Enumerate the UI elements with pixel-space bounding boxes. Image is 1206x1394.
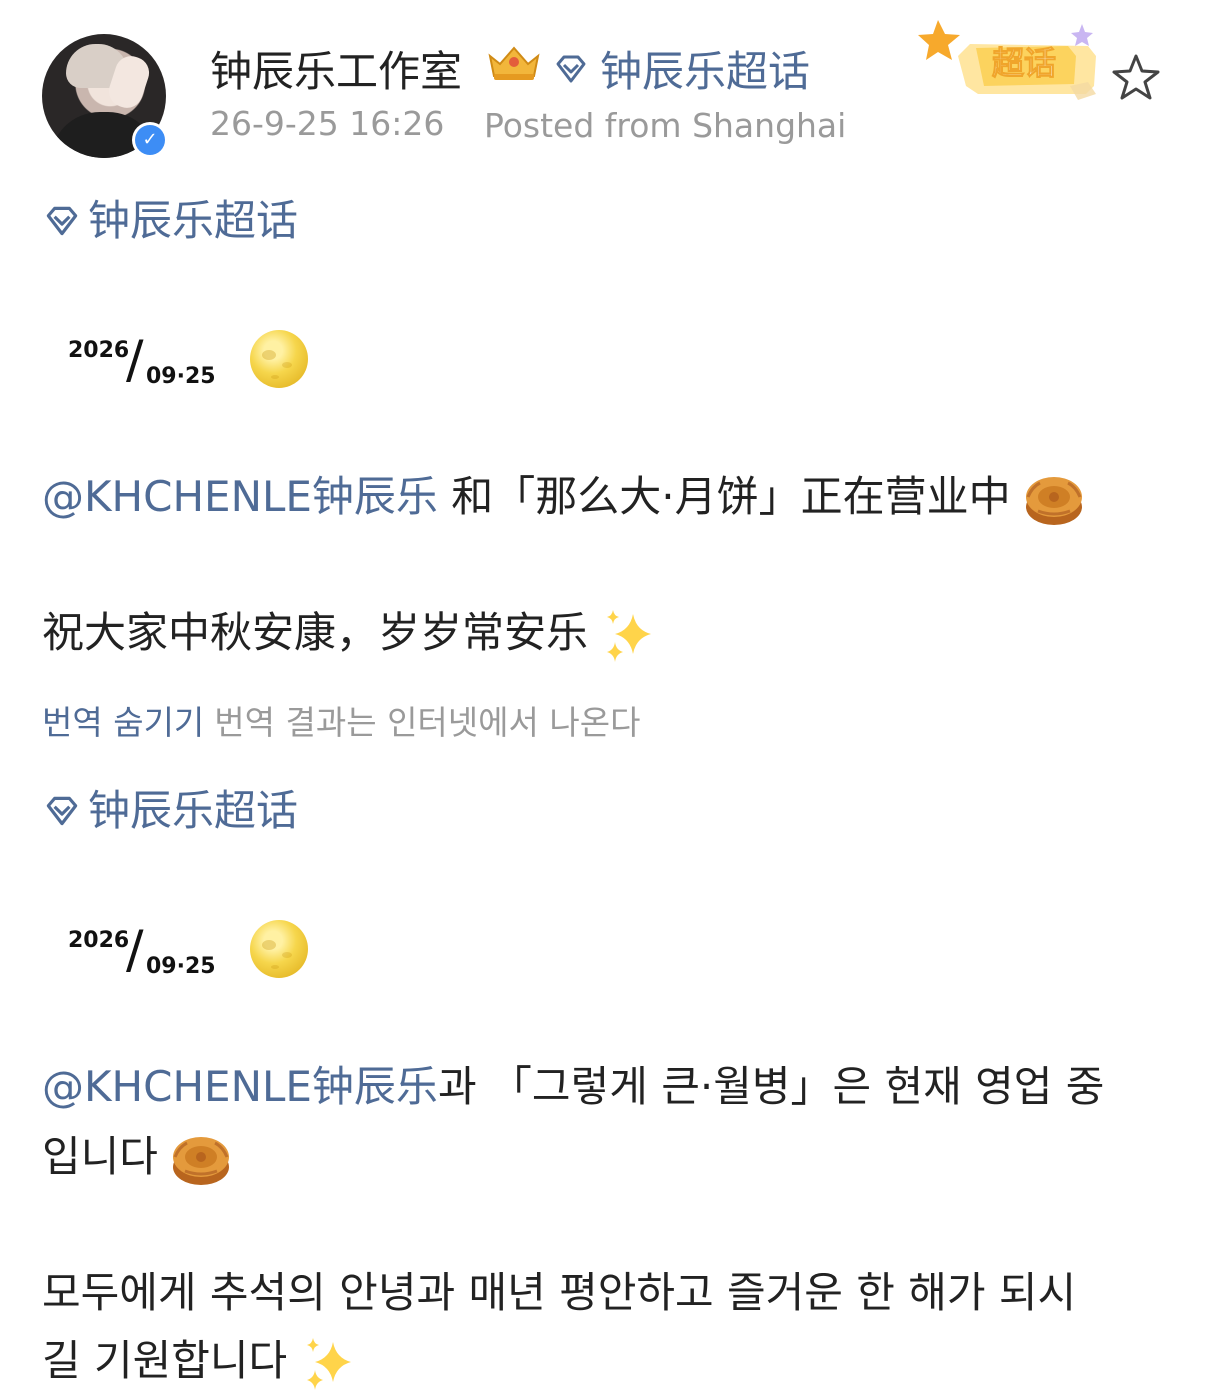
- post-line-cn-1: @KHCHENLE钟辰乐 和「那么大·月饼」正在营业中: [42, 470, 1084, 529]
- topic-tag-2-label: 钟辰乐超话: [88, 786, 299, 835]
- mention-2[interactable]: @KHCHENLE钟辰乐: [42, 1062, 438, 1111]
- post-line-kr-4-text: 길 기원합니다: [42, 1336, 288, 1385]
- moon-icon: [250, 330, 308, 388]
- crown-icon: [488, 46, 540, 80]
- diamond-icon: [46, 206, 78, 236]
- date-day-1: 09·25: [146, 364, 216, 389]
- moon-icon: [250, 920, 308, 978]
- post-line-cn-2: 祝大家中秋安康，岁岁常安乐: [42, 606, 661, 664]
- mention-1[interactable]: @KHCHENLE钟辰乐: [42, 472, 438, 521]
- post-line-kr-2-text: 입니다: [42, 1132, 158, 1181]
- topic-tag-1[interactable]: 钟辰乐超话: [42, 194, 298, 248]
- post-line-kr-1: @KHCHENLE钟辰乐과 「그렇게 큰·월병」은 현재 영업 중: [42, 1060, 1104, 1114]
- diamond-icon: [46, 796, 78, 826]
- supertopic-badge-label: 超话: [992, 44, 1056, 82]
- topic-link-header[interactable]: 钟辰乐超话: [552, 38, 810, 99]
- topic-tag-2[interactable]: 钟辰乐超话: [42, 784, 298, 838]
- topic-link-label: 钟辰乐超话: [600, 47, 811, 96]
- post-timestamp: 26-9-25 16:26: [210, 104, 445, 143]
- post-line-cn-1-rest: 和「那么大·月饼」正在营业中: [437, 472, 1011, 521]
- star-icon[interactable]: [1110, 52, 1162, 104]
- post-location: Posted from Shanghai: [484, 106, 847, 145]
- post-line-cn-2-text: 祝大家中秋安康，岁岁常安乐: [42, 608, 589, 657]
- verified-badge-icon: ✓: [132, 122, 168, 158]
- username[interactable]: 钟辰乐工作室: [210, 38, 462, 99]
- date-day-2: 09·25: [146, 954, 216, 979]
- diamond-icon: [556, 55, 586, 82]
- post-line-kr-2: 입니다: [42, 1130, 231, 1189]
- mooncake-icon: [1026, 476, 1082, 525]
- date-year-1: 2026: [68, 338, 130, 363]
- supertopic-badge[interactable]: 超话: [918, 16, 1108, 106]
- translation-hide-button[interactable]: 번역 숨기기: [42, 703, 204, 742]
- translation-row: 번역 숨기기 번역 결과는 인터넷에서 나온다: [42, 696, 640, 744]
- date-slash-2: /: [126, 920, 144, 980]
- topic-tag-1-label: 钟辰乐超话: [88, 196, 299, 245]
- mooncake-icon: [173, 1136, 230, 1185]
- sparkles-icon: [607, 609, 652, 662]
- translation-note: 번역 결과는 인터넷에서 나온다: [214, 703, 641, 742]
- sparkles-icon: [306, 1337, 351, 1390]
- date-slash-1: /: [126, 330, 144, 390]
- date-year-2: 2026: [68, 928, 130, 953]
- post-line-kr-3: 모두에게 추석의 안녕과 매년 평안하고 즐거운 한 해가 되시: [42, 1268, 1077, 1317]
- post-line-kr-1-rest: 과 「그렇게 큰·월병」은 현재 영업 중: [437, 1062, 1105, 1111]
- post-line-kr-4: 길 기원합니다: [42, 1334, 361, 1392]
